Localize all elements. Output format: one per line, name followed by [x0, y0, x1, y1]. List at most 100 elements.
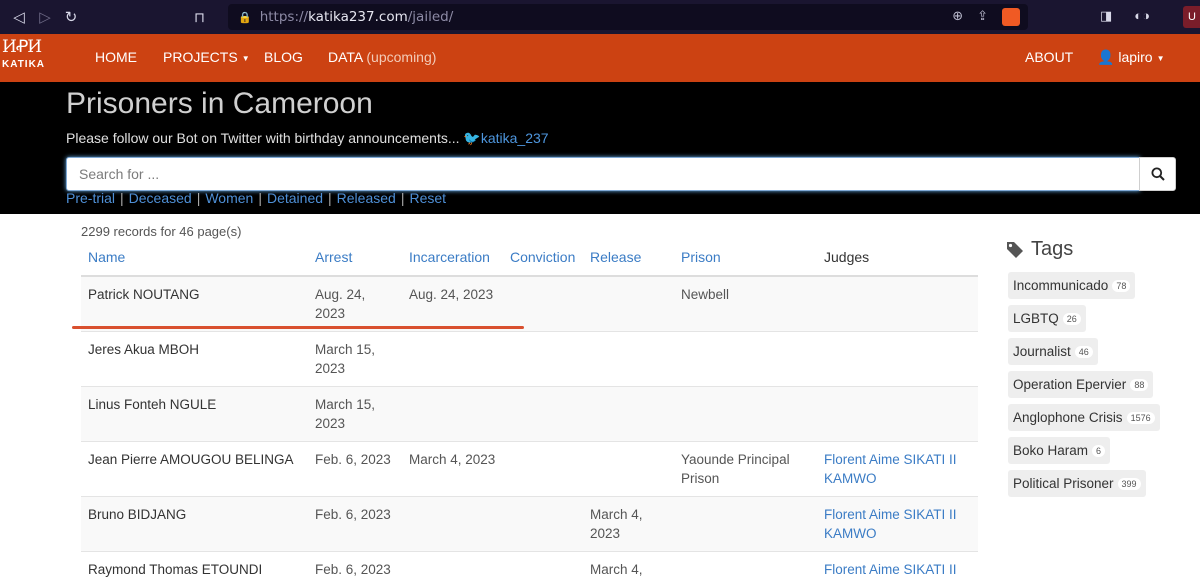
cell-judges[interactable] — [817, 331, 978, 387]
tag-count-badge: 88 — [1130, 379, 1149, 392]
page-subtitle: Please follow our Bot on Twitter with bi… — [66, 130, 549, 146]
site-navbar: ИꝒИ KATIKA HOME PROJECTS ▼ BLOG DATA (upc… — [0, 34, 1200, 82]
search-input[interactable] — [66, 157, 1140, 191]
table-header-row: Name Arrest Incarceration Conviction Rel… — [81, 243, 978, 277]
nav-projects[interactable]: PROJECTS ▼ — [163, 49, 250, 65]
cell-judges[interactable]: Florent Aime SIKATI II KAMWO — [817, 441, 978, 497]
cell-conviction — [503, 331, 583, 387]
tag-political-prisoner[interactable]: Political Prisoner 399 — [1008, 470, 1146, 497]
lock-icon: 🔒 — [238, 11, 252, 24]
highlight-underline — [72, 326, 524, 329]
twitter-icon: 🐦 — [463, 130, 481, 146]
cell-incarceration — [402, 496, 503, 552]
caret-down-icon: ▼ — [1156, 53, 1165, 63]
cell-name: Bruno BIDJANG — [81, 496, 308, 552]
table-row[interactable]: Linus Fonteh NGULE March 15, 2023 — [81, 386, 978, 442]
cell-judges[interactable]: Florent Aime SIKATI II KAMWO — [817, 496, 978, 552]
tag-count-badge: 26 — [1062, 313, 1081, 326]
tag-boko-haram[interactable]: Boko Haram 6 — [1008, 437, 1111, 464]
nav-home[interactable]: HOME — [95, 49, 137, 65]
extension-u-icon[interactable]: U — [1183, 6, 1200, 28]
brave-shield-icon[interactable] — [1002, 8, 1020, 26]
cell-incarceration — [402, 331, 503, 387]
cell-conviction — [503, 496, 583, 552]
tag-count-badge: 78 — [1112, 280, 1131, 293]
table-row[interactable]: Patrick NOUTANG Aug. 24, 2023 Aug. 24, 2… — [81, 275, 978, 332]
cell-arrest: March 15, 2023 — [308, 386, 402, 442]
tag-count-badge: 399 — [1117, 478, 1141, 491]
column-header-name[interactable]: Name — [81, 243, 308, 277]
cell-release — [583, 275, 674, 332]
bookmark-icon[interactable]: ⊓ — [194, 9, 205, 26]
cell-judges[interactable] — [817, 275, 978, 332]
cell-release: March 4, 2023 — [583, 496, 674, 552]
cell-name: Raymond Thomas ETOUNDI NSOE — [81, 551, 308, 578]
forward-icon[interactable]: ▷ — [32, 8, 58, 26]
cell-arrest: Feb. 6, 2023 — [308, 551, 402, 578]
katika-logo[interactable]: ИꝒИ KATIKA — [2, 36, 48, 72]
nav-data[interactable]: DATA (upcoming) — [328, 49, 436, 65]
cell-release — [583, 441, 674, 497]
tag-operation-epervier[interactable]: Operation Epervier 88 — [1008, 371, 1154, 398]
cell-arrest: Feb. 6, 2023 — [308, 496, 402, 552]
column-header-release[interactable]: Release — [583, 243, 674, 277]
filter-links: Pre-trial | Deceased | Women | Detained | Releas… — [66, 190, 447, 206]
cell-prison — [674, 551, 817, 578]
table-row[interactable]: Jean Pierre AMOUGOU BELINGA Feb. 6, 2023… — [81, 441, 978, 497]
cell-arrest: Aug. 24, 2023 — [308, 275, 402, 332]
filter-pre-trial[interactable]: Pre-trial — [66, 190, 115, 206]
column-header-prison[interactable]: Prison — [674, 243, 817, 277]
zoom-icon[interactable]: ⊕ — [952, 8, 963, 26]
search-icon — [1151, 167, 1165, 181]
tag-count-badge: 6 — [1092, 445, 1106, 458]
url-text: https://katika237.com/jailed/ — [259, 9, 454, 25]
cell-name: Patrick NOUTANG — [81, 275, 308, 332]
back-icon[interactable]: ◁ — [6, 8, 32, 26]
twitter-link[interactable]: 🐦katika_237 — [463, 130, 548, 146]
glasses-icon[interactable]: ◐◑ — [1134, 8, 1150, 24]
address-bar[interactable]: 🔒 https://katika237.com/jailed/ ⊕ ⇪ — [228, 4, 1028, 30]
cell-incarceration — [402, 386, 503, 442]
column-header-judges: Judges — [817, 243, 978, 277]
filter-deceased[interactable]: Deceased — [129, 190, 192, 206]
share-icon[interactable]: ⇪ — [977, 8, 988, 26]
records-count: 2299 records for 46 page(s) — [81, 224, 242, 239]
column-header-arrest[interactable]: Arrest — [308, 243, 402, 277]
cell-incarceration: Aug. 24, 2023 — [402, 275, 503, 332]
cell-conviction — [503, 275, 583, 332]
page-header: Prisoners in Cameroon Please follow our … — [0, 82, 1200, 214]
table-row[interactable]: Jeres Akua MBOH March 15, 2023 — [81, 331, 978, 387]
cell-prison — [674, 496, 817, 552]
reload-icon[interactable]: ↻ — [58, 8, 84, 26]
search-button[interactable] — [1139, 157, 1176, 191]
table-row[interactable]: Bruno BIDJANG Feb. 6, 2023 March 4, 2023… — [81, 496, 978, 552]
tag-incommunicado[interactable]: Incommunicado 78 — [1008, 272, 1136, 299]
cell-judges[interactable]: Florent Aime SIKATI II — [817, 551, 978, 578]
cell-arrest: March 15, 2023 — [308, 331, 402, 387]
user-icon: 👤 — [1097, 49, 1115, 65]
tag-lgbtq[interactable]: LGBTQ 26 — [1008, 305, 1086, 332]
cell-name: Linus Fonteh NGULE — [81, 386, 308, 442]
cell-release: March 4, — [583, 551, 674, 578]
cell-judges[interactable] — [817, 386, 978, 442]
filter-reset[interactable]: Reset — [409, 190, 446, 206]
filter-detained[interactable]: Detained — [267, 190, 323, 206]
cell-name: Jean Pierre AMOUGOU BELINGA — [81, 441, 308, 497]
nav-user-menu[interactable]: 👤 lapiro ▼ — [1097, 49, 1165, 66]
cell-conviction — [503, 386, 583, 442]
nav-about[interactable]: ABOUT — [1025, 49, 1073, 65]
tag-icon — [1007, 241, 1023, 258]
column-header-conviction[interactable]: Conviction — [503, 243, 583, 277]
tag-list: Incommunicado 78 LGBTQ 26 Journalist 46 Ope… — [1008, 272, 1198, 503]
cell-conviction — [503, 551, 583, 578]
sidebar-icon[interactable]: ◨ — [1100, 8, 1112, 24]
cell-incarceration: March 4, 2023 — [402, 441, 503, 497]
table-row[interactable]: Raymond Thomas ETOUNDI NSOE Feb. 6, 2023… — [81, 551, 978, 578]
column-header-incarceration[interactable]: Incarceration — [402, 243, 503, 277]
filter-released[interactable]: Released — [337, 190, 396, 206]
tag-anglophone-crisis[interactable]: Anglophone Crisis 1576 — [1008, 404, 1160, 431]
filter-women[interactable]: Women — [205, 190, 253, 206]
cell-prison — [674, 386, 817, 442]
nav-blog[interactable]: BLOG — [264, 49, 303, 65]
tag-journalist[interactable]: Journalist 46 — [1008, 338, 1098, 365]
